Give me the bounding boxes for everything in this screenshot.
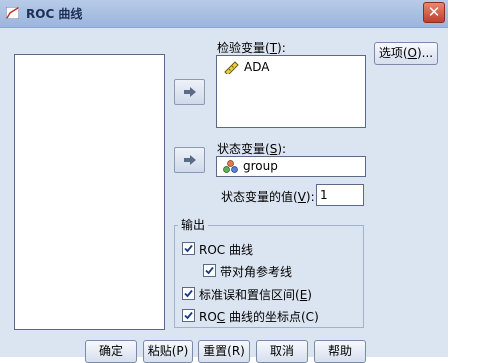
scale-variable-icon <box>224 61 239 74</box>
help-button[interactable]: 帮助 <box>314 340 366 363</box>
move-to-state-var-button[interactable] <box>174 147 205 173</box>
ok-button[interactable]: 确定 <box>85 340 137 363</box>
state-value-label: 状态变量的值(V): <box>221 190 315 204</box>
title-bar[interactable]: ROC 曲线 ✕ <box>0 0 448 28</box>
coordinates-label: ROC 曲线的坐标点(C) <box>199 310 319 324</box>
test-variable-list[interactable]: ADA <box>216 55 366 128</box>
move-to-test-var-button[interactable] <box>174 79 205 105</box>
coordinates-checkbox[interactable] <box>182 309 195 322</box>
state-value-input[interactable]: 1 <box>316 184 364 206</box>
paste-button[interactable]: 粘贴(P) <box>143 340 193 363</box>
diagonal-reference-checkbox[interactable] <box>203 264 216 277</box>
close-icon: ✕ <box>427 3 441 21</box>
state-variable-name: group <box>243 159 278 173</box>
options-button[interactable]: 选项(O)... <box>374 42 438 65</box>
source-variable-list[interactable] <box>14 54 165 330</box>
checkmark-icon <box>184 311 193 320</box>
roc-dialog: ROC 曲线 ✕ 检验变量(T): ADA 选项(O)... 状态变量(S): <box>0 0 448 363</box>
roc-curve-checkbox[interactable] <box>182 242 195 255</box>
checkmark-icon <box>184 289 193 298</box>
test-variable-name: ADA <box>244 60 270 74</box>
window-title: ROC 曲线 <box>26 7 83 21</box>
checkmark-icon <box>205 266 214 275</box>
output-group-title: 输出 <box>178 216 209 233</box>
list-item[interactable]: group <box>223 159 278 173</box>
close-button[interactable]: ✕ <box>423 2 445 23</box>
state-variable-label: 状态变量(S): <box>217 142 287 156</box>
move-right-arrow-icon <box>184 155 196 165</box>
std-error-label: 标准误和置信区间(E) <box>199 288 312 302</box>
checkmark-icon <box>184 244 193 253</box>
roc-curve-label: ROC 曲线 <box>199 243 253 257</box>
move-right-arrow-icon <box>184 87 196 97</box>
roc-chart-icon <box>6 7 19 19</box>
test-variable-label: 检验变量(T): <box>217 41 286 55</box>
list-item[interactable]: ADA <box>223 60 269 74</box>
nominal-variable-icon <box>223 159 238 173</box>
std-error-checkbox[interactable] <box>182 287 195 300</box>
state-variable-field[interactable]: group <box>216 156 366 177</box>
diagonal-reference-label: 带对角参考线 <box>220 265 293 279</box>
cancel-button[interactable]: 取消 <box>256 340 308 363</box>
reset-button[interactable]: 重置(R) <box>198 340 250 363</box>
